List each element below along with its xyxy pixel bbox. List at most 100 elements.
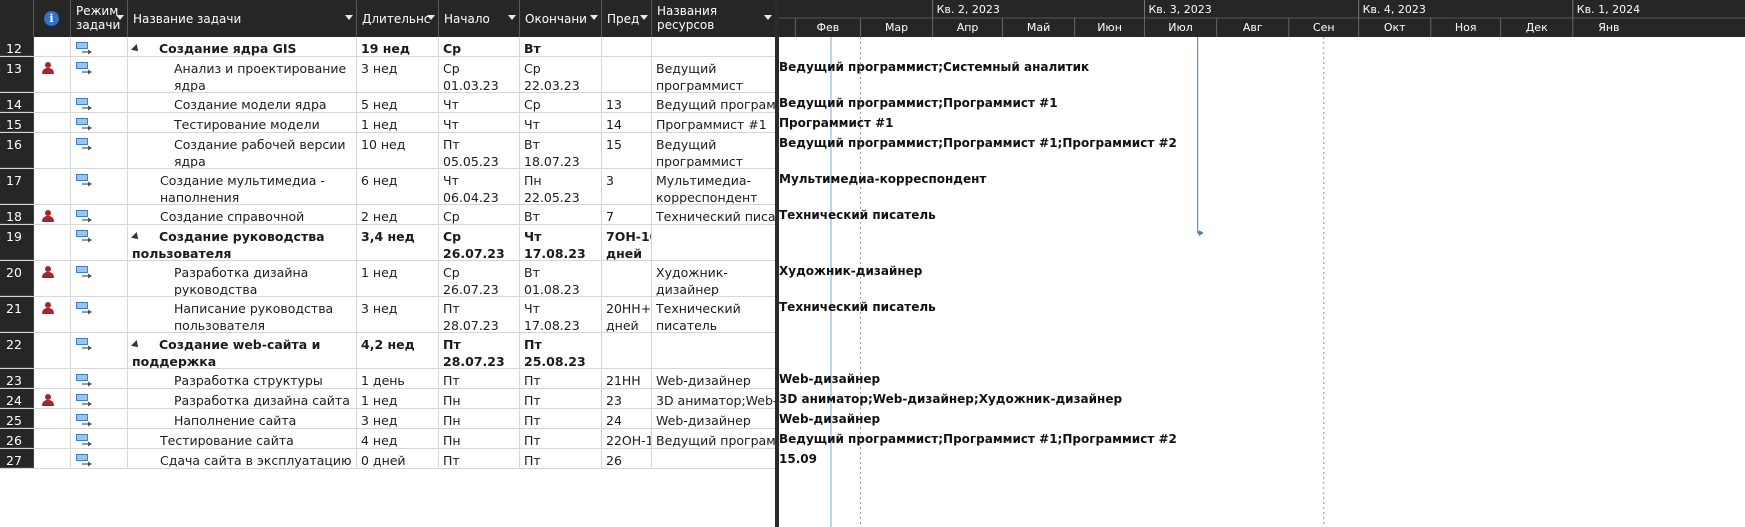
finish-cell[interactable]: Чт 17.08.23: [520, 225, 602, 260]
task-name-cell[interactable]: Сдача сайта в эксплуатацию: [128, 449, 357, 468]
predecessors-cell[interactable]: 13: [602, 93, 652, 112]
chevron-down-icon[interactable]: [590, 15, 598, 20]
predecessors-cell[interactable]: 20НН+2 дней: [602, 297, 652, 332]
chevron-down-icon[interactable]: [640, 15, 648, 20]
task-name-cell[interactable]: Создание справочной системы: [128, 205, 357, 224]
task-mode-cell[interactable]: [71, 225, 128, 260]
duration-cell[interactable]: 0 дней: [357, 449, 439, 468]
task-mode-cell[interactable]: [71, 449, 128, 468]
indicators-cell[interactable]: [34, 205, 71, 224]
start-cell[interactable]: Чт 06.04.23: [439, 169, 520, 204]
indicators-cell[interactable]: [34, 225, 71, 260]
start-cell[interactable]: Чт 23.03.23: [439, 93, 520, 112]
table-row[interactable]: 13 Анализ и проектирование ядра 3 нед Ср 01…: [0, 57, 775, 93]
duration-cell[interactable]: 10 нед: [357, 133, 439, 168]
row-id[interactable]: 12: [0, 37, 34, 56]
finish-cell[interactable]: Вт 18.07.23: [520, 37, 602, 56]
table-row[interactable]: 25 Наполнение сайта 3 нед Пн 07.08.23 Пт 25.…: [0, 409, 775, 429]
resources-cell[interactable]: Web-дизайнер: [652, 409, 775, 428]
table-row[interactable]: 19 Создание руководства пользователя 3,4 н…: [0, 225, 775, 261]
row-id[interactable]: 17: [0, 169, 34, 204]
indicators-header[interactable]: i: [34, 0, 71, 37]
task-name-cell[interactable]: Разработка дизайна руководства: [128, 261, 357, 296]
indicators-cell[interactable]: [34, 389, 71, 408]
row-id[interactable]: 21: [0, 297, 34, 332]
row-id[interactable]: 23: [0, 369, 34, 388]
task-name-cell[interactable]: Тестирование модели ядра: [128, 113, 357, 132]
task-name-cell[interactable]: Тестирование сайта: [128, 429, 357, 448]
task-mode-header[interactable]: Режим задачи: [71, 0, 128, 37]
start-cell[interactable]: Ср 01.03.23: [439, 57, 520, 92]
table-row[interactable]: 20 Разработка дизайна руководства 1 нед Ср …: [0, 261, 775, 297]
duration-cell[interactable]: 6 нед: [357, 169, 439, 204]
finish-cell[interactable]: Чт 17.08.23: [520, 297, 602, 332]
duration-cell[interactable]: 3 нед: [357, 297, 439, 332]
duration-cell[interactable]: 5 нед: [357, 93, 439, 112]
task-mode-cell[interactable]: [71, 429, 128, 448]
task-name-cell[interactable]: Разработка дизайна сайта: [128, 389, 357, 408]
chevron-down-icon[interactable]: [345, 15, 353, 20]
indicators-cell[interactable]: [34, 449, 71, 468]
indicators-cell[interactable]: [34, 429, 71, 448]
start-cell[interactable]: Пн 31.07.23: [439, 389, 520, 408]
chevron-down-icon[interactable]: [508, 15, 516, 20]
indicators-cell[interactable]: [34, 37, 71, 56]
indicators-cell[interactable]: [34, 113, 71, 132]
start-cell[interactable]: Пн 21.08.23: [439, 429, 520, 448]
task-name-header[interactable]: Название задачи: [128, 0, 357, 37]
duration-cell[interactable]: 3 нед: [357, 57, 439, 92]
task-name-cell[interactable]: Создание web-сайта и поддержка: [128, 333, 357, 368]
predecessors-cell[interactable]: 7: [602, 205, 652, 224]
resources-cell[interactable]: Технический писатель: [652, 297, 775, 332]
predecessors-cell[interactable]: 24: [602, 409, 652, 428]
table-row[interactable]: 17 Создание мультимедиа - наполнения 6 нед…: [0, 169, 775, 205]
resources-cell[interactable]: Программист #1: [652, 113, 775, 132]
row-number-header[interactable]: [0, 0, 34, 37]
resources-cell[interactable]: Мультимедиа-корреспондент: [652, 169, 775, 204]
duration-cell[interactable]: 1 день: [357, 369, 439, 388]
task-name-cell[interactable]: Наполнение сайта: [128, 409, 357, 428]
start-header[interactable]: Начало: [439, 0, 520, 37]
resources-header[interactable]: Названия ресурсов: [652, 0, 775, 37]
duration-cell[interactable]: 1 нед: [357, 261, 439, 296]
table-row[interactable]: 21 Написание руководства пользователя 3 не…: [0, 297, 775, 333]
predecessors-cell[interactable]: 14: [602, 113, 652, 132]
predecessors-cell[interactable]: [602, 37, 652, 56]
row-id[interactable]: 16: [0, 133, 34, 168]
finish-cell[interactable]: Пт 25.08.23: [520, 333, 602, 368]
task-mode-cell[interactable]: [71, 297, 128, 332]
duration-cell[interactable]: 2 нед: [357, 205, 439, 224]
predecessors-cell[interactable]: 23: [602, 389, 652, 408]
indicators-cell[interactable]: [34, 369, 71, 388]
row-id[interactable]: 14: [0, 93, 34, 112]
resources-cell[interactable]: Ведущий программист: [652, 133, 775, 168]
table-row[interactable]: 12 Создание ядра GIS 19 нед Ср 01.03.23 Вт 1…: [0, 37, 775, 57]
duration-cell[interactable]: 3 нед: [357, 409, 439, 428]
predecessors-cell[interactable]: 26: [602, 449, 652, 468]
table-row[interactable]: 16 Создание рабочей версии ядра 10 нед Пт 0…: [0, 133, 775, 169]
task-mode-cell[interactable]: [71, 93, 128, 112]
predecessors-cell[interactable]: 15: [602, 133, 652, 168]
resources-cell[interactable]: Художник-дизайнер: [652, 261, 775, 296]
duration-cell[interactable]: 1 нед: [357, 113, 439, 132]
predecessors-cell[interactable]: 22ОН-1: [602, 429, 652, 448]
task-mode-cell[interactable]: [71, 113, 128, 132]
table-row[interactable]: 15 Тестирование модели ядра 1 нед Чт 27.04.…: [0, 113, 775, 133]
finish-cell[interactable]: Ср 22.03.23: [520, 57, 602, 92]
task-name-cell[interactable]: Создание мультимедиа - наполнения: [128, 169, 357, 204]
indicators-cell[interactable]: [34, 297, 71, 332]
chevron-down-icon[interactable]: [116, 15, 124, 20]
start-cell[interactable]: Чт 27.04.23: [439, 113, 520, 132]
finish-cell[interactable]: Пн 22.05.23: [520, 169, 602, 204]
start-cell[interactable]: Пт 28.07.23: [439, 369, 520, 388]
collapse-triangle-icon[interactable]: [131, 232, 141, 242]
duration-cell[interactable]: 19 нед: [357, 37, 439, 56]
resources-cell[interactable]: [652, 37, 775, 56]
task-mode-cell[interactable]: [71, 169, 128, 204]
task-mode-cell[interactable]: [71, 205, 128, 224]
finish-cell[interactable]: Пт 25.08.23: [520, 409, 602, 428]
duration-header[interactable]: Длительнс: [357, 0, 439, 37]
task-mode-cell[interactable]: [71, 369, 128, 388]
task-mode-cell[interactable]: [71, 57, 128, 92]
task-mode-cell[interactable]: [71, 333, 128, 368]
